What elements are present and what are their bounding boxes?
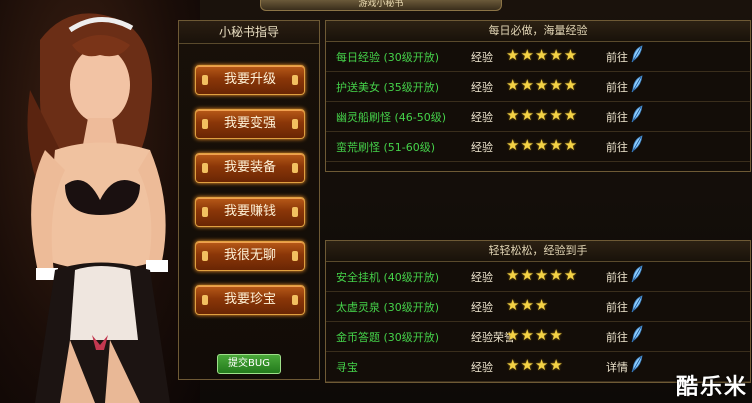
button-ornament-right (292, 119, 298, 129)
button-ornament-left (202, 119, 208, 129)
make-money-label: 我要赚钱 (223, 204, 276, 219)
quill-feather-icon[interactable] (630, 265, 644, 283)
task-name[interactable]: 蛮荒刷怪 (51-60级) (336, 139, 435, 155)
get-stronger-label: 我要变强 (223, 116, 276, 131)
button-ornament-left (202, 207, 208, 217)
task-action-link[interactable]: 前往 (606, 139, 628, 155)
task-action-link[interactable]: 前往 (606, 269, 628, 285)
easy-tasks-panel: 轻轻松松，经验到手 安全挂机 (40级开放) 经验 ★★★★★ 前往 太虚灵泉 (30级… (325, 240, 751, 383)
quill-feather-icon[interactable] (630, 75, 644, 93)
rating-stars: ★★★★ (506, 356, 564, 374)
get-stronger-button[interactable]: 我要变强 (195, 109, 305, 139)
window-title: 游戏小秘书 (260, 0, 502, 11)
button-ornament-left (202, 163, 208, 173)
treasure-label: 我要珍宝 (223, 292, 276, 307)
task-name[interactable]: 寻宝 (336, 359, 358, 375)
guide-panel-title: 小秘书指导 (179, 21, 319, 44)
get-equipment-label: 我要装备 (223, 160, 276, 175)
rating-stars: ★★★ (506, 296, 550, 314)
task-action-link[interactable]: 前往 (606, 299, 628, 315)
button-ornament-right (292, 75, 298, 85)
task-reward: 经验 (471, 111, 493, 124)
task-action-link[interactable]: 前往 (606, 79, 628, 95)
daily-tasks-title: 每日必做，海量经验 (326, 21, 750, 42)
task-reward: 经验 (471, 81, 493, 94)
button-ornament-right (292, 163, 298, 173)
rating-stars: ★★★★ (506, 326, 564, 344)
task-action-link[interactable]: 前往 (606, 109, 628, 125)
daily-tasks-panel: 每日必做，海量经验 每日经验 (30级开放) 经验 ★★★★★ 前往 护送美女 (35级… (325, 20, 751, 172)
button-ornament-left (202, 295, 208, 305)
quill-feather-icon[interactable] (630, 135, 644, 153)
task-reward: 经验 (471, 141, 493, 154)
task-action-link[interactable]: 前往 (606, 329, 628, 345)
watermark-logo: 酷乐米 (675, 375, 748, 400)
bored-label: 我很无聊 (223, 248, 276, 263)
rating-stars: ★★★★★ (506, 46, 579, 64)
bored-button[interactable]: 我很无聊 (195, 241, 305, 271)
task-row: 护送美女 (35级开放) 经验 ★★★★★ 前往 (326, 71, 750, 102)
task-action-link[interactable]: 详情 (606, 359, 628, 375)
rating-stars: ★★★★★ (506, 266, 579, 284)
button-ornament-right (292, 251, 298, 261)
button-ornament-left (202, 75, 208, 85)
treasure-button[interactable]: 我要珍宝 (195, 285, 305, 315)
rating-stars: ★★★★★ (506, 106, 579, 124)
level-up-button[interactable]: 我要升级 (195, 65, 305, 95)
quill-feather-icon[interactable] (630, 355, 644, 373)
task-reward: 经验 (471, 361, 493, 374)
character-portrait (0, 0, 200, 403)
task-reward: 经验 (471, 301, 493, 314)
button-ornament-right (292, 295, 298, 305)
quill-feather-icon[interactable] (630, 45, 644, 63)
rating-stars: ★★★★★ (506, 76, 579, 94)
get-equipment-button[interactable]: 我要装备 (195, 153, 305, 183)
task-row: 蛮荒刷怪 (51-60级) 经验 ★★★★★ 前往 (326, 131, 750, 162)
rating-stars: ★★★★★ (506, 136, 579, 154)
level-up-label: 我要升级 (223, 72, 276, 87)
maid-illustration (27, 13, 170, 403)
task-action-link[interactable]: 前往 (606, 49, 628, 65)
task-row: 金币答题 (30级开放) 经验荣誉 ★★★★ 前往 (326, 321, 750, 352)
task-reward: 经验 (471, 271, 493, 284)
guide-panel: 小秘书指导 我要升级 我要变强 我要装备 我要赚钱 我很无聊 我要珍宝 提交BU… (178, 20, 320, 380)
task-name[interactable]: 金币答题 (30级开放) (336, 329, 439, 345)
quill-feather-icon[interactable] (630, 325, 644, 343)
task-row: 太虚灵泉 (30级开放) 经验 ★★★ 前往 (326, 291, 750, 322)
task-name[interactable]: 护送美女 (35级开放) (336, 79, 439, 95)
quill-feather-icon[interactable] (630, 295, 644, 313)
task-row: 幽灵船刷怪 (46-50级) 经验 ★★★★★ 前往 (326, 101, 750, 132)
task-name[interactable]: 安全挂机 (40级开放) (336, 269, 439, 285)
task-row: 每日经验 (30级开放) 经验 ★★★★★ 前往 (326, 41, 750, 72)
button-ornament-left (202, 251, 208, 261)
secretary-window: 游戏小秘书 小秘书指导 我要升级 我要变强 我要装备 我要赚钱 我很无聊 我要珍… (0, 0, 752, 403)
task-name[interactable]: 太虚灵泉 (30级开放) (336, 299, 439, 315)
button-ornament-right (292, 207, 298, 217)
submit-bug-button[interactable]: 提交BUG (217, 354, 281, 374)
task-reward: 经验 (471, 51, 493, 64)
quill-feather-icon[interactable] (630, 105, 644, 123)
task-name[interactable]: 幽灵船刷怪 (46-50级) (336, 109, 446, 125)
task-name[interactable]: 每日经验 (30级开放) (336, 49, 439, 65)
task-row: 安全挂机 (40级开放) 经验 ★★★★★ 前往 (326, 261, 750, 292)
make-money-button[interactable]: 我要赚钱 (195, 197, 305, 227)
easy-tasks-title: 轻轻松松，经验到手 (326, 241, 750, 262)
